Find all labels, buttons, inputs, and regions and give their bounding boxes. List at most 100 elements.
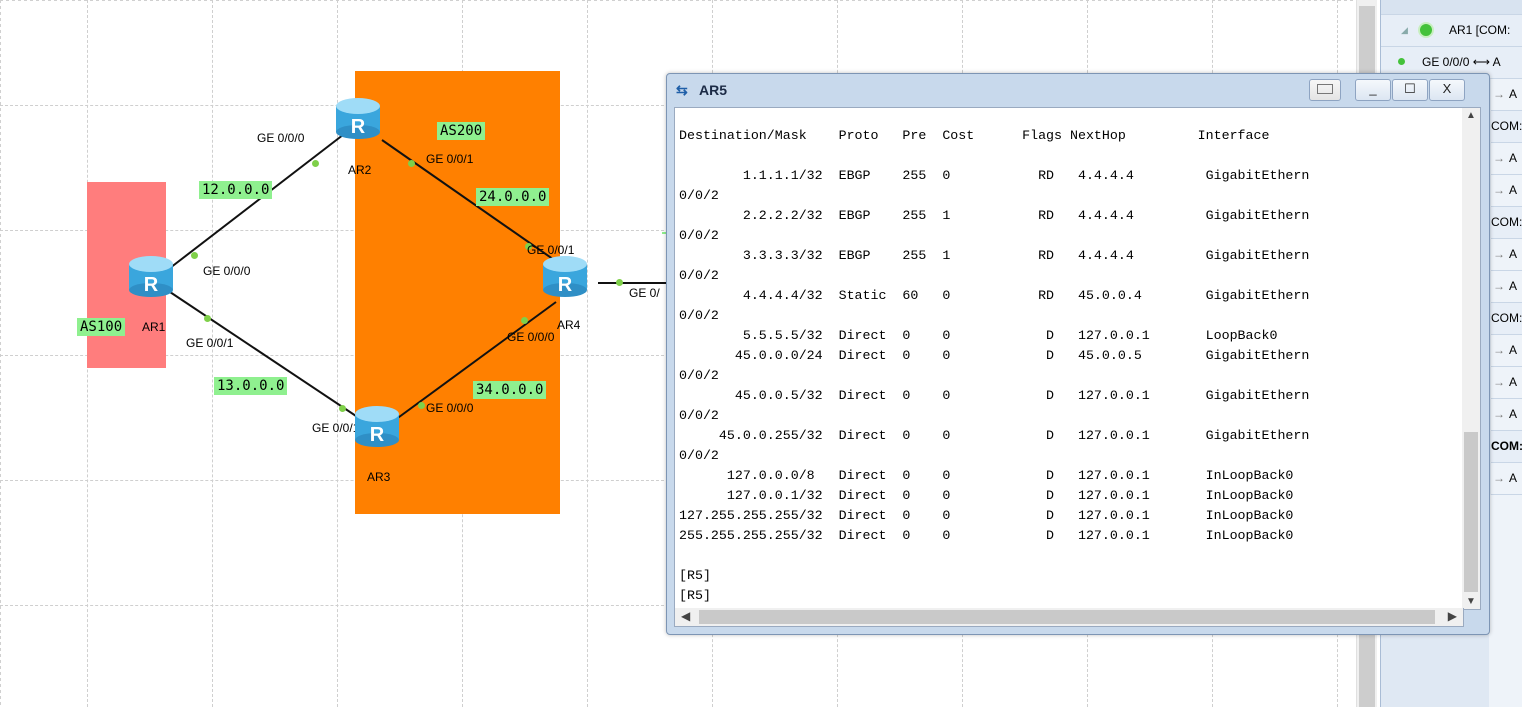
status-icon <box>1418 22 1434 38</box>
scrollbar-thumb[interactable] <box>1464 432 1478 592</box>
interface-label: GE 0/0/1 <box>186 336 234 350</box>
device-name: AR3 <box>367 470 391 484</box>
expand-icon[interactable]: ◢ <box>1401 25 1408 36</box>
panel-sub-item[interactable]: → A <box>1491 239 1522 271</box>
svg-text:R: R <box>558 274 573 296</box>
port-dot <box>616 279 623 286</box>
terminal-line: 2.2.2.2/32 EBGP 255 1 RD 4.4.4.4 Gigabit… <box>679 208 1310 223</box>
terminal-line: 3.3.3.3/32 EBGP 255 1 RD 4.4.4.4 Gigabit… <box>679 248 1310 263</box>
svg-text:R: R <box>144 274 159 296</box>
panel-sub-item[interactable]: → A <box>1491 79 1522 111</box>
terminal-line: 45.0.0.0/24 Direct 0 0 D 45.0.0.5 Gigabi… <box>679 348 1310 363</box>
scrollbar-thumb[interactable] <box>699 610 1435 624</box>
panel-sub-item[interactable]: → A <box>1491 399 1522 431</box>
panel-header <box>1381 0 1522 15</box>
arrow-icon: → <box>1493 471 1505 485</box>
port-dot <box>418 402 425 409</box>
scroll-up-icon[interactable]: ▲ <box>1462 110 1480 121</box>
terminal-line: Destination/Mask Proto Pre Cost Flags Ne… <box>679 128 1270 143</box>
terminal-line: 127.0.0.1/32 Direct 0 0 D 127.0.0.1 InLo… <box>679 488 1294 503</box>
terminal-line: 0/0/2 <box>679 308 719 323</box>
terminal-hscrollbar[interactable]: ◀ ▶ <box>674 608 1464 627</box>
device-name: AR2 <box>348 163 372 177</box>
interface-label: GE 0/0/0 <box>203 264 251 278</box>
device-name: AR1 <box>142 320 166 334</box>
close-button[interactable]: X <box>1429 79 1465 101</box>
router-icon[interactable]: R <box>541 254 589 298</box>
panel-com-item[interactable]: COM: <box>1491 303 1522 335</box>
interface-label: GE 0/0/1 <box>426 152 474 166</box>
network-label: 13.0.0.0 <box>214 377 288 395</box>
panel-sub-item[interactable]: → A <box>1491 335 1522 367</box>
terminal-line: 1.1.1.1/32 EBGP 255 0 RD 4.4.4.4 Gigabit… <box>679 168 1310 183</box>
router-icon[interactable]: R <box>353 404 401 448</box>
port-dot <box>204 315 211 322</box>
link-item-label: GE 0/0/0 ⟷ A <box>1422 55 1501 69</box>
as200-label: AS200 <box>437 122 486 140</box>
terminal-line: 127.0.0.0/8 Direct 0 0 D 127.0.0.1 InLoo… <box>679 468 1294 483</box>
terminal-title: AR5 <box>699 82 728 98</box>
link-status-icon <box>1398 58 1405 65</box>
terminal-line: [R5] <box>679 588 711 603</box>
network-label: 12.0.0.0 <box>199 181 273 199</box>
scroll-right-icon[interactable]: ▶ <box>1448 609 1457 623</box>
device-name: AR4 <box>557 318 581 332</box>
panel-com-item[interactable]: COM: <box>1491 431 1522 463</box>
terminal-line: 0/0/2 <box>679 448 719 463</box>
terminal-window[interactable]: ⇆ AR5 _ ☐ X Destination/Mask Proto Pre C… <box>666 73 1490 635</box>
arrow-icon: → <box>1493 87 1505 101</box>
arrow-icon: → <box>1493 151 1505 165</box>
interface-label: GE 0/0/0 <box>426 401 474 415</box>
maximize-button[interactable]: ☐ <box>1392 79 1428 101</box>
panel-sub-item[interactable]: → A <box>1491 463 1522 495</box>
svg-text:R: R <box>370 424 385 446</box>
arrow-icon: → <box>1493 375 1505 389</box>
port-dot <box>408 160 415 167</box>
panel-empty-area <box>1489 495 1522 707</box>
terminal-line: 0/0/2 <box>679 268 719 283</box>
settings-button[interactable] <box>1309 79 1341 101</box>
terminal-line: 0/0/2 <box>679 368 719 383</box>
terminal-titlebar[interactable]: ⇆ AR5 _ ☐ X <box>667 74 1489 106</box>
terminal-line: 0/0/2 <box>679 188 719 203</box>
device-item-label: AR1 [COM: <box>1449 23 1511 37</box>
panel-sub-item[interactable]: → A <box>1491 271 1522 303</box>
router-icon[interactable]: R <box>334 96 382 140</box>
arrow-icon: → <box>1493 247 1505 261</box>
terminal-line: 0/0/2 <box>679 408 719 423</box>
terminal-output[interactable]: Destination/Mask Proto Pre Cost Flags Ne… <box>674 107 1464 610</box>
terminal-line: 5.5.5.5/32 Direct 0 0 D 127.0.0.1 LoopBa… <box>679 328 1278 343</box>
minimize-button[interactable]: _ <box>1355 79 1391 101</box>
panel-com-item[interactable]: COM: <box>1491 111 1522 143</box>
interface-label: GE 0/0/0 <box>257 131 305 145</box>
panel-sub-item[interactable]: → A <box>1491 175 1522 207</box>
panel-sub-item[interactable]: → A <box>1491 143 1522 175</box>
panel-device-item[interactable]: ◢ AR1 [COM: <box>1381 15 1522 47</box>
terminal-line: 4.4.4.4/32 Static 60 0 RD 45.0.0.4 Gigab… <box>679 288 1310 303</box>
port-dot <box>339 405 346 412</box>
terminal-line: 45.0.0.255/32 Direct 0 0 D 127.0.0.1 Gig… <box>679 428 1310 443</box>
arrow-icon: → <box>1493 183 1505 197</box>
scroll-down-icon[interactable]: ▼ <box>1462 596 1480 607</box>
terminal-line: 255.255.255.255/32 Direct 0 0 D 127.0.0.… <box>679 528 1294 543</box>
scroll-left-icon[interactable]: ◀ <box>681 609 690 623</box>
router-icon[interactable]: R <box>127 254 175 298</box>
terminal-icon: ⇆ <box>676 82 688 98</box>
link-ar1-ar3[interactable] <box>169 291 363 421</box>
terminal-line: 0/0/2 <box>679 228 719 243</box>
port-dot <box>312 160 319 167</box>
arrow-icon: → <box>1493 407 1505 421</box>
as100-label: AS100 <box>77 318 126 336</box>
settings-icon <box>1317 84 1333 94</box>
svg-text:R: R <box>351 116 366 138</box>
panel-com-item[interactable]: COM: <box>1491 207 1522 239</box>
terminal-line: 45.0.0.5/32 Direct 0 0 D 127.0.0.1 Gigab… <box>679 388 1310 403</box>
interface-label: GE 0/ <box>629 286 660 300</box>
network-label: 34.0.0.0 <box>473 381 547 399</box>
terminal-vscrollbar[interactable]: ▲ ▼ <box>1462 107 1481 610</box>
network-label: 24.0.0.0 <box>476 188 550 206</box>
panel-sub-item[interactable]: → A <box>1491 367 1522 399</box>
interface-label: GE 0/0/0 <box>507 330 555 344</box>
